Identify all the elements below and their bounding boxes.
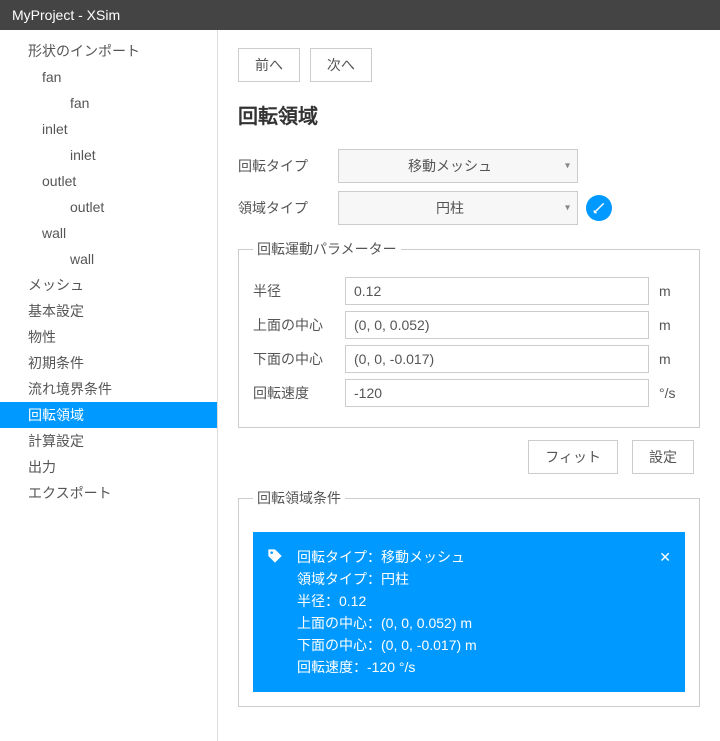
sidebar-item[interactable]: wall: [0, 246, 217, 272]
bottom-center-unit: m: [649, 351, 685, 367]
sidebar-item[interactable]: 回転領域: [0, 402, 217, 428]
sidebar-item[interactable]: fan: [0, 64, 217, 90]
radius-unit: m: [649, 283, 685, 299]
window-titlebar: MyProject - XSim: [0, 0, 720, 30]
close-icon[interactable]: ✕: [659, 546, 671, 568]
sidebar-item[interactable]: 出力: [0, 454, 217, 480]
sidebar-item[interactable]: outlet: [0, 194, 217, 220]
summary-legend: 回転領域条件: [253, 488, 345, 508]
summary-line: 領域タイプ：円柱: [297, 568, 669, 590]
rotation-params-legend: 回転運動パラメーター: [253, 239, 401, 259]
summary-card: ✕ 回転タイプ：移動メッシュ 領域タイプ：円柱 半径：0.12 上面の中心：(0…: [253, 532, 685, 692]
prev-button[interactable]: 前へ: [238, 48, 300, 82]
sidebar-item[interactable]: 物性: [0, 324, 217, 350]
sidebar-item[interactable]: wall: [0, 220, 217, 246]
summary-line: 半径：0.12: [297, 590, 669, 612]
sidebar-item[interactable]: outlet: [0, 168, 217, 194]
main-panel: 前へ 次へ 回転領域 回転タイプ 移動メッシュ ▾ 領域タイプ 円柱 ▾ 回転運…: [218, 30, 720, 741]
sidebar-item[interactable]: fan: [0, 90, 217, 116]
summary-line: 回転速度：-120 °/s: [297, 656, 669, 678]
radius-label: 半径: [253, 281, 345, 301]
bottom-center-input[interactable]: [345, 345, 649, 373]
summary-line: 下面の中心：(0, 0, -0.017) m: [297, 634, 669, 656]
summary-line: 回転タイプ：移動メッシュ: [297, 546, 669, 568]
sidebar: 形状のインポートfanfaninletinletoutletoutletwall…: [0, 30, 218, 741]
rotation-params-fieldset: 回転運動パラメーター 半径 m 上面の中心 m 下面の中心 m 回転速度 °/s: [238, 239, 700, 428]
radius-input[interactable]: [345, 277, 649, 305]
summary-line: 上面の中心：(0, 0, 0.052) m: [297, 612, 669, 634]
sidebar-item[interactable]: inlet: [0, 142, 217, 168]
set-button[interactable]: 設定: [632, 440, 694, 474]
top-center-label: 上面の中心: [253, 315, 345, 335]
tag-icon: [267, 548, 283, 570]
sidebar-item[interactable]: 形状のインポート: [0, 38, 217, 64]
speed-input[interactable]: [345, 379, 649, 407]
top-center-input[interactable]: [345, 311, 649, 339]
sidebar-item[interactable]: 初期条件: [0, 350, 217, 376]
top-center-unit: m: [649, 317, 685, 333]
sidebar-item[interactable]: 基本設定: [0, 298, 217, 324]
region-type-label: 領域タイプ: [238, 198, 338, 218]
summary-fieldset: 回転領域条件 ✕ 回転タイプ：移動メッシュ 領域タイプ：円柱 半径：0.12 上…: [238, 488, 700, 707]
sidebar-item[interactable]: inlet: [0, 116, 217, 142]
sidebar-item[interactable]: メッシュ: [0, 272, 217, 298]
sidebar-item[interactable]: 計算設定: [0, 428, 217, 454]
edit-region-icon[interactable]: [586, 195, 612, 221]
sidebar-item[interactable]: エクスポート: [0, 480, 217, 506]
speed-label: 回転速度: [253, 383, 345, 403]
fit-button[interactable]: フィット: [528, 440, 618, 474]
rotation-type-select[interactable]: 移動メッシュ: [338, 149, 578, 183]
rotation-type-label: 回転タイプ: [238, 156, 338, 176]
speed-unit: °/s: [649, 385, 685, 401]
sidebar-item[interactable]: 流れ境界条件: [0, 376, 217, 402]
page-title: 回転領域: [238, 100, 700, 129]
region-type-select[interactable]: 円柱: [338, 191, 578, 225]
bottom-center-label: 下面の中心: [253, 349, 345, 369]
next-button[interactable]: 次へ: [310, 48, 372, 82]
